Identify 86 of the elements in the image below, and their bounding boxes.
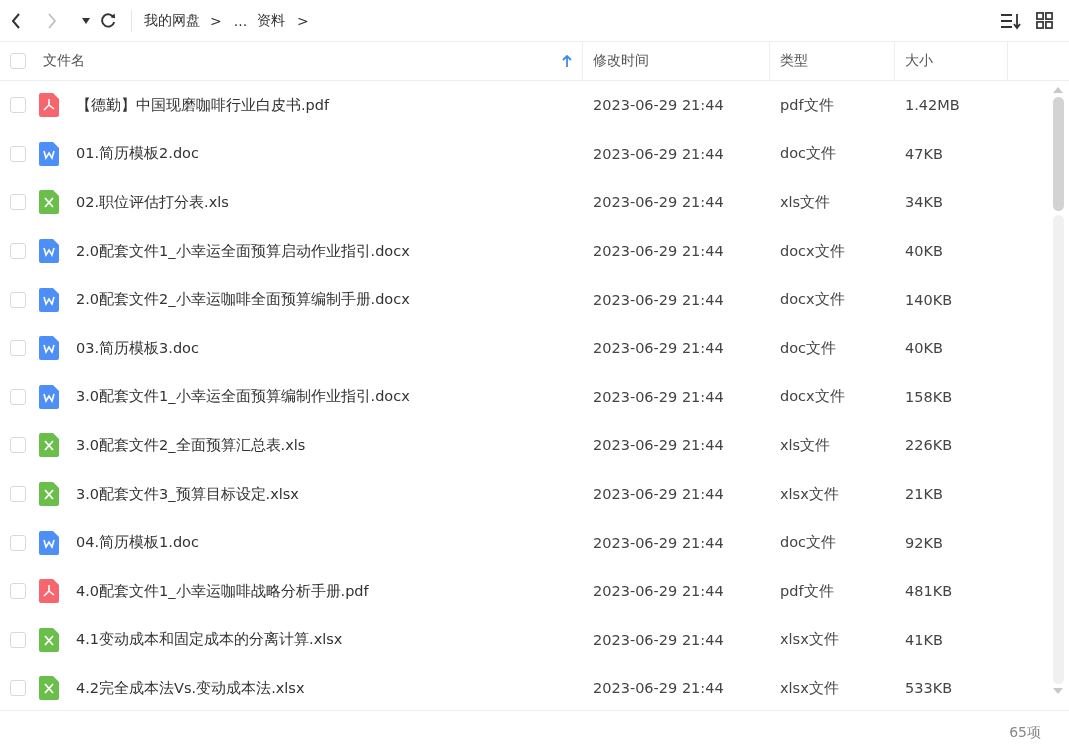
row-checkbox[interactable] [9, 291, 26, 308]
row-checkbox[interactable] [9, 243, 26, 260]
file-name[interactable]: 3.0配套文件2_全面预算汇总表.xls [76, 435, 306, 455]
file-name[interactable]: 【德勤】中国现磨咖啡行业白皮书.pdf [76, 95, 330, 115]
column-header[interactable]: 大小 [905, 52, 933, 70]
file-size: 226KB [905, 437, 953, 454]
modified-time: 2023-06-29 21:44 [593, 583, 724, 600]
row-checkbox[interactable] [9, 486, 26, 503]
modified-time: 2023-06-29 21:44 [593, 437, 724, 454]
file-name[interactable]: 03.简历模板3.doc [76, 338, 199, 358]
file-type: docx文件 [780, 290, 845, 310]
file-size: 533KB [905, 680, 953, 697]
modified-time: 2023-06-29 21:44 [593, 680, 724, 697]
file-size: 40KB [905, 340, 943, 357]
modified-time: 2023-06-29 21:44 [593, 340, 724, 357]
select-all-checkbox[interactable] [9, 53, 26, 69]
breadcrumb-ellipsis[interactable]: ... [233, 12, 248, 29]
row-checkbox[interactable] [9, 534, 26, 551]
sort-ascending-icon[interactable] [562, 55, 572, 67]
file-type: pdf文件 [780, 95, 834, 115]
file-type: doc文件 [780, 144, 837, 164]
row-checkbox[interactable] [9, 583, 26, 600]
back-icon[interactable] [10, 11, 22, 30]
file-name[interactable]: 02.职位评估打分表.xls [76, 193, 229, 212]
file-size: 34KB [905, 194, 943, 211]
file-name[interactable]: 2.0配套文件1_小幸运全面预算启动作业指引.docx [76, 241, 410, 261]
file-name[interactable]: 4.2完全成本法Vs.变动成本法.xlsx [76, 678, 305, 698]
dropdown-caret-icon[interactable] [82, 17, 90, 24]
file-size: 40KB [905, 243, 943, 260]
file-type: xlsx文件 [780, 630, 839, 650]
file-size: 158KB [905, 388, 953, 405]
file-size: 140KB [905, 291, 953, 308]
file-size: 21KB [905, 486, 943, 503]
file-size: 481KB [905, 583, 953, 600]
column-header[interactable]: 文件名 [43, 52, 85, 70]
modified-time: 2023-06-29 21:44 [593, 291, 724, 308]
row-checkbox[interactable] [9, 194, 26, 211]
row-checkbox[interactable] [9, 97, 26, 114]
breadcrumb-item[interactable]: 我的网盘 [144, 11, 200, 30]
modified-time: 2023-06-29 21:44 [593, 145, 724, 162]
scroll-down-icon[interactable] [1053, 688, 1063, 694]
modified-time: 2023-06-29 21:44 [593, 97, 724, 114]
forward-icon[interactable] [46, 11, 58, 30]
file-type: doc文件 [780, 338, 837, 358]
breadcrumb-separator: 资料 [257, 11, 286, 30]
file-type: doc文件 [780, 533, 837, 553]
item-count: 65项 [1009, 724, 1041, 742]
row-checkbox[interactable] [9, 437, 26, 454]
file-type: xlsx文件 [780, 484, 839, 504]
modified-time: 2023-06-29 21:44 [593, 534, 724, 551]
modified-time: 2023-06-29 21:44 [593, 388, 724, 405]
refresh-icon[interactable] [100, 12, 117, 29]
row-checkbox[interactable] [9, 631, 26, 648]
file-type: xlsx文件 [780, 678, 839, 698]
breadcrumb-separator: > [210, 12, 222, 29]
file-type: docx文件 [780, 241, 845, 261]
breadcrumb-item[interactable]: > [297, 12, 309, 29]
column-header[interactable]: 类型 [780, 52, 808, 70]
scrollbar-thumb[interactable] [1052, 97, 1064, 211]
grid-view-icon[interactable] [1036, 12, 1053, 29]
file-type: docx文件 [780, 387, 845, 407]
file-name[interactable]: 4.0配套文件1_小幸运咖啡战略分析手册.pdf [76, 581, 369, 601]
modified-time: 2023-06-29 21:44 [593, 631, 724, 648]
file-name[interactable]: 3.0配套文件3_预算目标设定.xlsx [76, 484, 299, 504]
file-name[interactable]: 4.1变动成本和固定成本的分离计算.xlsx [76, 630, 343, 650]
file-size: 1.42MB [905, 97, 960, 114]
row-checkbox[interactable] [9, 145, 26, 162]
file-name[interactable]: 2.0配套文件2_小幸运咖啡全面预算编制手册.docx [76, 290, 410, 310]
file-type: xls文件 [780, 435, 831, 455]
scroll-up-icon[interactable] [1053, 87, 1063, 93]
modified-time: 2023-06-29 21:44 [593, 194, 724, 211]
file-size: 41KB [905, 631, 943, 648]
file-size: 92KB [905, 534, 943, 551]
column-header[interactable]: 修改时间 [593, 52, 649, 70]
modified-time: 2023-06-29 21:44 [593, 243, 724, 260]
file-name[interactable]: 01.简历模板2.doc [76, 144, 199, 164]
modified-time: 2023-06-29 21:44 [593, 486, 724, 503]
file-size: 47KB [905, 145, 943, 162]
file-type: pdf文件 [780, 581, 834, 601]
row-checkbox[interactable] [9, 340, 26, 357]
row-checkbox[interactable] [9, 388, 26, 405]
file-name[interactable]: 3.0配套文件1_小幸运全面预算编制作业指引.docx [76, 387, 410, 407]
file-name[interactable]: 04.简历模板1.doc [76, 533, 199, 553]
row-checkbox[interactable] [9, 680, 26, 697]
file-type: xls文件 [780, 193, 831, 212]
sort-icon[interactable] [1000, 11, 1022, 30]
